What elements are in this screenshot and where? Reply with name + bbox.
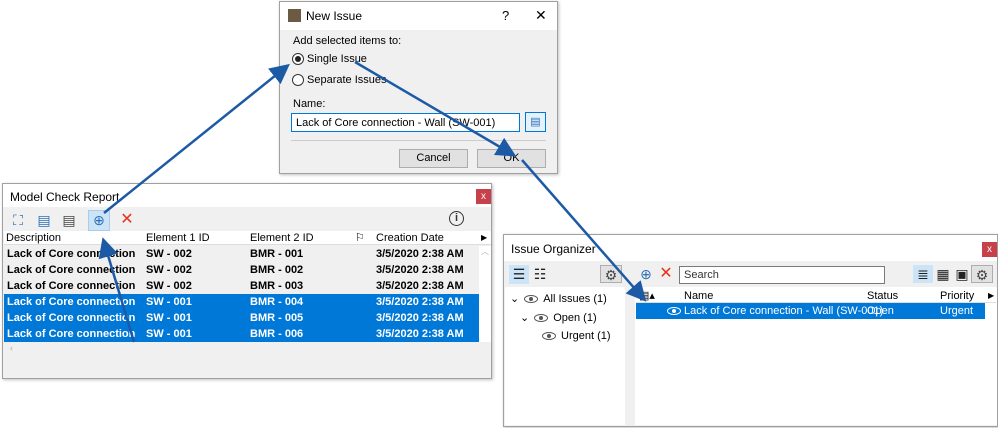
arrow-to-new-issue-button [98, 237, 136, 343]
arrow-to-ok [354, 60, 517, 157]
arrow-to-issue-row [521, 159, 647, 302]
annotation-arrows [98, 60, 647, 343]
arrow-to-single-issue [103, 63, 290, 214]
